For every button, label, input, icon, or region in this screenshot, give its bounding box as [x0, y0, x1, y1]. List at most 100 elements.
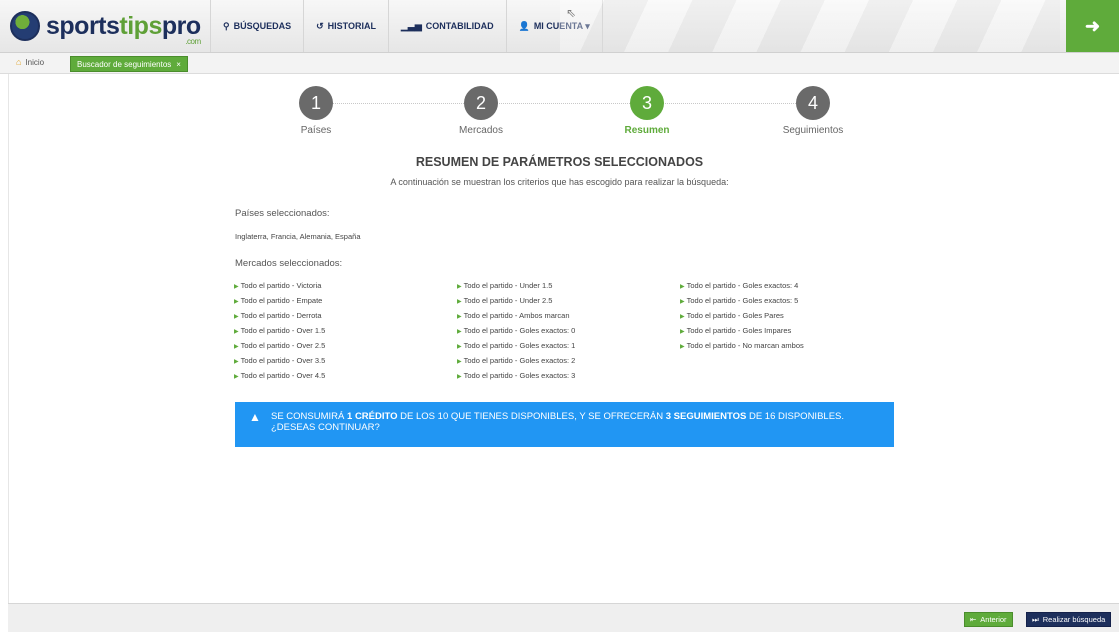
previous-button-label: Anterior [980, 615, 1007, 624]
nav-mi-cuenta[interactable]: 👤 MI CUENTA ▾ [505, 0, 603, 52]
nav-busquedas[interactable]: ⚲ BÚSQUEDAS [210, 0, 303, 52]
nav-mi-cuenta-label: MI CUENTA ▾ [533, 20, 590, 31]
alert-text-1: Se consumirá [271, 411, 348, 422]
close-icon[interactable]: × [176, 60, 181, 69]
market-item: ▶ Todo el partido - Goles exactos: 0 [457, 326, 575, 335]
market-item-label: Todo el partido - Goles exactos: 5 [686, 296, 799, 305]
bullet-arrow-icon: ▶ [234, 284, 239, 290]
market-item: ▶ Todo el partido - Over 2.5 [234, 341, 325, 350]
tab-label: Buscador de seguimientos [77, 59, 172, 69]
step-2-circle: 2 [464, 86, 498, 120]
market-item: ▶ Todo el partido - Ambos marcan [457, 311, 570, 320]
market-item-label: Todo el partido - Empate [240, 296, 323, 305]
page-title: RESUMEN DE PARÁMETROS SELECCIONADOS [415, 155, 704, 169]
search-button[interactable]: ⏭ Realizar búsqueda [1026, 612, 1112, 627]
top-navigation-bar: sportstipspro .com ⚲ BÚSQUEDAS ↺ HISTORI… [0, 0, 1119, 53]
countries-list: Inglaterra, Francia, Alemania, España [235, 232, 361, 241]
logo-part-sports: sports [46, 11, 120, 40]
market-item-label: Todo el partido - Over 1.5 [240, 326, 326, 335]
sign-out-icon: ➜ [1084, 15, 1101, 36]
logout-button[interactable]: ➜ [1066, 0, 1119, 52]
market-item-label: Todo el partido - Derrota [240, 311, 322, 320]
market-item-label: Todo el partido - Ambos marcan [463, 311, 570, 320]
market-item-label: Todo el partido - Goles exactos: 1 [463, 341, 576, 350]
bullet-arrow-icon: ▶ [680, 284, 685, 290]
market-item: ▶ Todo el partido - Victoria [234, 281, 321, 290]
nav-contabilidad[interactable]: ▁▃▅ CONTABILIDAD [388, 0, 506, 52]
market-item-label: Todo el partido - Goles exactos: 4 [686, 281, 799, 290]
nav-historial[interactable]: ↺ HISTORIAL [303, 0, 388, 52]
bullet-arrow-icon: ▶ [234, 329, 239, 335]
bullet-arrow-icon: ▶ [234, 344, 239, 350]
market-item-label: Todo el partido - Over 2.5 [240, 341, 326, 350]
bullet-arrow-icon: ▶ [234, 299, 239, 305]
market-item: ▶ Todo el partido - Over 1.5 [234, 326, 325, 335]
market-item-label: Todo el partido - Over 3.5 [240, 356, 326, 365]
step-1-circle: 1 [299, 86, 333, 120]
breadcrumb-home[interactable]: ⌂ Inicio [16, 57, 44, 67]
bullet-arrow-icon: ▶ [234, 359, 239, 365]
logo-domain: .com [185, 36, 201, 46]
bullet-arrow-icon: ▶ [457, 329, 462, 335]
market-item-label: Todo el partido - Goles exactos: 0 [463, 326, 576, 335]
market-item-label: Todo el partido - Goles exactos: 3 [463, 371, 576, 380]
bullet-arrow-icon: ▶ [680, 314, 685, 320]
search-run-icon: ⏭ [1032, 614, 1039, 624]
bullet-arrow-icon: ▶ [457, 284, 462, 290]
step-1: 1 [298, 86, 334, 120]
logo-text: sportstipspro .com [46, 11, 201, 46]
market-item: ▶ Todo el partido - Goles exactos: 1 [457, 341, 575, 350]
history-icon: ↺ [316, 20, 324, 31]
market-item-label: Todo el partido - Over 4.5 [240, 371, 326, 380]
market-item: ▶ Todo el partido - Under 1.5 [457, 281, 552, 290]
market-item-label: Todo el partido - No marcan ambos [686, 341, 804, 350]
markets-heading: Mercados seleccionados: [235, 258, 343, 269]
bullet-arrow-icon: ▶ [457, 299, 462, 305]
alert-text-2: de los 10 que tienes disponibles, y se o… [397, 411, 666, 422]
home-icon: ⌂ [16, 57, 22, 67]
market-item: ▶ Todo el partido - Over 3.5 [234, 356, 325, 365]
stepper-line [318, 103, 812, 104]
bullet-arrow-icon: ▶ [680, 299, 685, 305]
alert-followups-count: 3 seguimientos [665, 411, 747, 422]
market-item-label: Todo el partido - Victoria [240, 281, 322, 290]
sportstipspro-logo[interactable]: sportstipspro .com [10, 8, 201, 46]
confirmation-alert: ▲ Se consumirá 1 crédito de los 10 que t… [235, 402, 894, 447]
alert-credit-count: 1 crédito [347, 411, 398, 422]
step-3: 3 [629, 86, 665, 120]
tab-buscador-seguimientos[interactable]: Buscador de seguimientos × [70, 56, 188, 72]
market-item: ▶ Todo el partido - Goles exactos: 4 [680, 281, 798, 290]
market-item: ▶ Todo el partido - Goles Impares [680, 326, 791, 335]
mouse-cursor-icon: ⇖ [566, 6, 577, 20]
market-item: ▶ Todo el partido - Goles Pares [680, 311, 784, 320]
nav-historial-label: HISTORIAL [327, 21, 376, 31]
step-4-label: Seguimientos [782, 125, 844, 136]
footer-bar: ⇤ Anterior ⏭ Realizar búsqueda [8, 603, 1119, 632]
market-item: ▶ Todo el partido - Under 2.5 [457, 296, 552, 305]
breadcrumb: ⌂ Inicio Buscador de seguimientos × [0, 53, 1119, 74]
main-nav: ⚲ BÚSQUEDAS ↺ HISTORIAL ▁▃▅ CONTABILIDAD… [210, 0, 603, 52]
market-item: ▶ Todo el partido - Over 4.5 [234, 371, 325, 380]
search-button-label: Realizar búsqueda [1042, 615, 1106, 624]
step-3-label: Resumen [624, 125, 670, 136]
market-item: ▶ Todo el partido - Goles exactos: 3 [457, 371, 575, 380]
market-item: ▶ Todo el partido - Goles exactos: 5 [680, 296, 798, 305]
chart-icon: ▁▃▅ [401, 20, 422, 31]
bullet-arrow-icon: ▶ [457, 374, 462, 380]
user-icon: 👤 [518, 20, 530, 31]
step-4: 4 [795, 86, 831, 120]
bullet-arrow-icon: ▶ [680, 344, 685, 350]
logo-part-pro: pro [161, 11, 201, 40]
previous-button[interactable]: ⇤ Anterior [964, 612, 1013, 627]
breadcrumb-home-label: Inicio [25, 57, 45, 67]
step-3-circle: 3 [630, 86, 664, 120]
market-item: ▶ Todo el partido - Empate [234, 296, 322, 305]
market-item-label: Todo el partido - Under 1.5 [463, 281, 553, 290]
market-item: ▶ Todo el partido - No marcan ambos [680, 341, 804, 350]
countries-heading: Países seleccionados: [235, 208, 330, 219]
bullet-arrow-icon: ▶ [234, 314, 239, 320]
market-item-label: Todo el partido - Goles exactos: 2 [463, 356, 576, 365]
market-item: ▶ Todo el partido - Derrota [234, 311, 322, 320]
content-left-border [8, 74, 9, 604]
bullet-arrow-icon: ▶ [234, 374, 239, 380]
